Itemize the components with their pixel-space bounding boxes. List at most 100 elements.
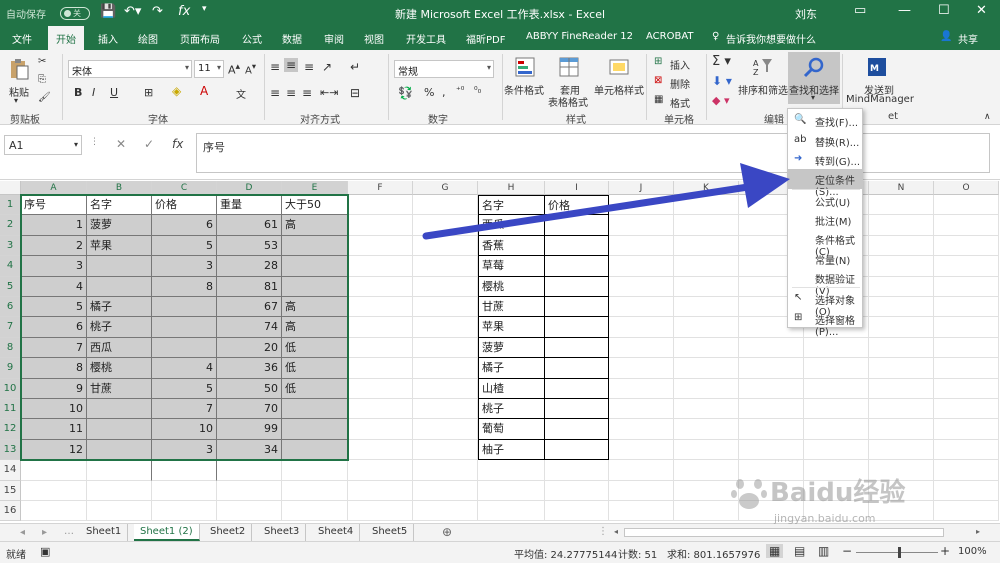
column-header[interactable]: K — [674, 181, 739, 195]
cell[interactable]: 4 — [21, 276, 87, 297]
cell[interactable] — [804, 419, 869, 440]
cell[interactable] — [282, 460, 348, 481]
cell[interactable] — [934, 256, 999, 277]
row-header[interactable]: 11 — [0, 399, 21, 420]
cell[interactable] — [348, 501, 413, 522]
cell[interactable] — [609, 337, 674, 359]
format-cells-icon[interactable]: ▦ — [654, 94, 663, 105]
cell[interactable] — [674, 337, 739, 359]
cell[interactable] — [609, 195, 674, 216]
cell[interactable] — [869, 358, 934, 379]
cell[interactable]: 7 — [152, 399, 217, 420]
tab-draw[interactable]: 绘图 — [138, 31, 158, 46]
cell[interactable] — [348, 378, 413, 399]
tab-formulas[interactable]: 公式 — [242, 31, 262, 46]
cell[interactable]: 草莓 — [478, 256, 545, 277]
cell[interactable]: 8 — [152, 276, 217, 297]
cell[interactable] — [152, 501, 217, 522]
cell[interactable]: 50 — [217, 378, 282, 399]
cell[interactable] — [609, 215, 674, 236]
cell[interactable] — [609, 276, 674, 297]
cell[interactable] — [282, 399, 348, 420]
cell[interactable]: 10 — [152, 419, 217, 440]
zoom-slider[interactable] — [856, 552, 938, 553]
conditional-format-icon[interactable] — [514, 56, 536, 78]
cell[interactable]: 9 — [21, 378, 87, 399]
share-button[interactable]: 共享 — [958, 31, 978, 46]
cell[interactable] — [348, 276, 413, 297]
maximize-icon[interactable]: ☐ — [938, 3, 950, 18]
cell[interactable]: 8 — [21, 358, 87, 379]
row-header[interactable]: 15 — [0, 480, 21, 501]
decrease-decimal-icon[interactable]: ⁰₀ — [474, 86, 481, 96]
cell[interactable]: 大于50 — [282, 195, 348, 216]
cell[interactable] — [609, 378, 674, 399]
cell[interactable]: 61 — [217, 215, 282, 236]
cell[interactable]: 20 — [217, 337, 282, 359]
row-header[interactable]: 10 — [0, 378, 21, 399]
cell[interactable] — [609, 256, 674, 277]
cell[interactable] — [739, 399, 804, 420]
ribbon-display-icon[interactable]: ▭ — [854, 3, 866, 18]
cancel-entry-icon[interactable]: ✕ — [116, 137, 126, 151]
cell[interactable]: 3 — [152, 439, 217, 461]
paste-dropdown-icon[interactable]: ▾ — [14, 96, 18, 105]
cell[interactable]: 5 — [152, 235, 217, 257]
scroll-left-icon[interactable]: ◂ — [614, 527, 618, 536]
cell[interactable]: 34 — [217, 439, 282, 461]
cell[interactable] — [545, 501, 609, 522]
cell[interactable] — [282, 419, 348, 440]
cell[interactable]: 28 — [217, 256, 282, 277]
cell[interactable]: 桃子 — [87, 317, 152, 338]
cell[interactable] — [545, 439, 609, 461]
cell[interactable] — [282, 256, 348, 277]
cell[interactable] — [674, 439, 739, 461]
cell[interactable] — [934, 399, 999, 420]
tab-developer[interactable]: 开发工具 — [406, 31, 446, 46]
cell[interactable]: 67 — [217, 297, 282, 318]
cell[interactable]: 序号 — [21, 195, 87, 216]
menu-item-constants[interactable]: 常量(N) — [788, 249, 862, 269]
decrease-font-icon[interactable]: A▾ — [245, 61, 256, 76]
cell[interactable]: 柚子 — [478, 439, 545, 461]
menu-item-formulas[interactable]: 公式(U) — [788, 191, 862, 211]
cell[interactable] — [413, 337, 478, 359]
cell[interactable] — [609, 317, 674, 338]
cell[interactable] — [87, 460, 152, 481]
indent-icon[interactable]: ⇤⇥ — [320, 86, 338, 99]
insert-function-icon[interactable]: fx — [172, 137, 183, 151]
scroll-right-icon[interactable]: ▸ — [976, 527, 980, 536]
cell[interactable] — [674, 358, 739, 379]
prev-sheet-icon[interactable]: ◂ — [20, 527, 25, 538]
mindmanager-icon[interactable]: M — [866, 56, 888, 78]
cell[interactable] — [545, 460, 609, 481]
tab-file[interactable]: 文件 — [12, 31, 32, 46]
cell-style-icon[interactable] — [608, 56, 630, 78]
sheet-tab-sheet2[interactable]: Sheet2 — [204, 524, 253, 541]
cell[interactable]: 6 — [152, 215, 217, 236]
cell[interactable]: 5 — [21, 297, 87, 318]
cell[interactable] — [282, 501, 348, 522]
row-header[interactable]: 2 — [0, 215, 21, 236]
cell[interactable] — [869, 439, 934, 461]
column-header[interactable]: O — [934, 181, 999, 195]
tab-home[interactable]: 开始 — [48, 26, 84, 50]
paste-icon[interactable] — [8, 58, 30, 80]
column-header[interactable]: B — [87, 181, 152, 195]
cell[interactable] — [934, 215, 999, 236]
cell[interactable]: 高 — [282, 297, 348, 318]
cell[interactable]: 甘蔗 — [87, 378, 152, 399]
cell[interactable]: 高 — [282, 317, 348, 338]
tab-review[interactable]: 审阅 — [324, 31, 344, 46]
cell[interactable] — [348, 235, 413, 257]
cell[interactable] — [609, 358, 674, 379]
cell[interactable] — [869, 276, 934, 297]
tab-view[interactable]: 视图 — [364, 31, 384, 46]
cell[interactable] — [545, 337, 609, 359]
cell[interactable]: 苹果 — [478, 317, 545, 338]
cell[interactable] — [869, 256, 934, 277]
cell[interactable] — [609, 439, 674, 461]
zoom-in-icon[interactable]: + — [940, 544, 950, 558]
cell[interactable] — [152, 297, 217, 318]
normal-view-icon[interactable]: ▦ — [766, 544, 784, 558]
